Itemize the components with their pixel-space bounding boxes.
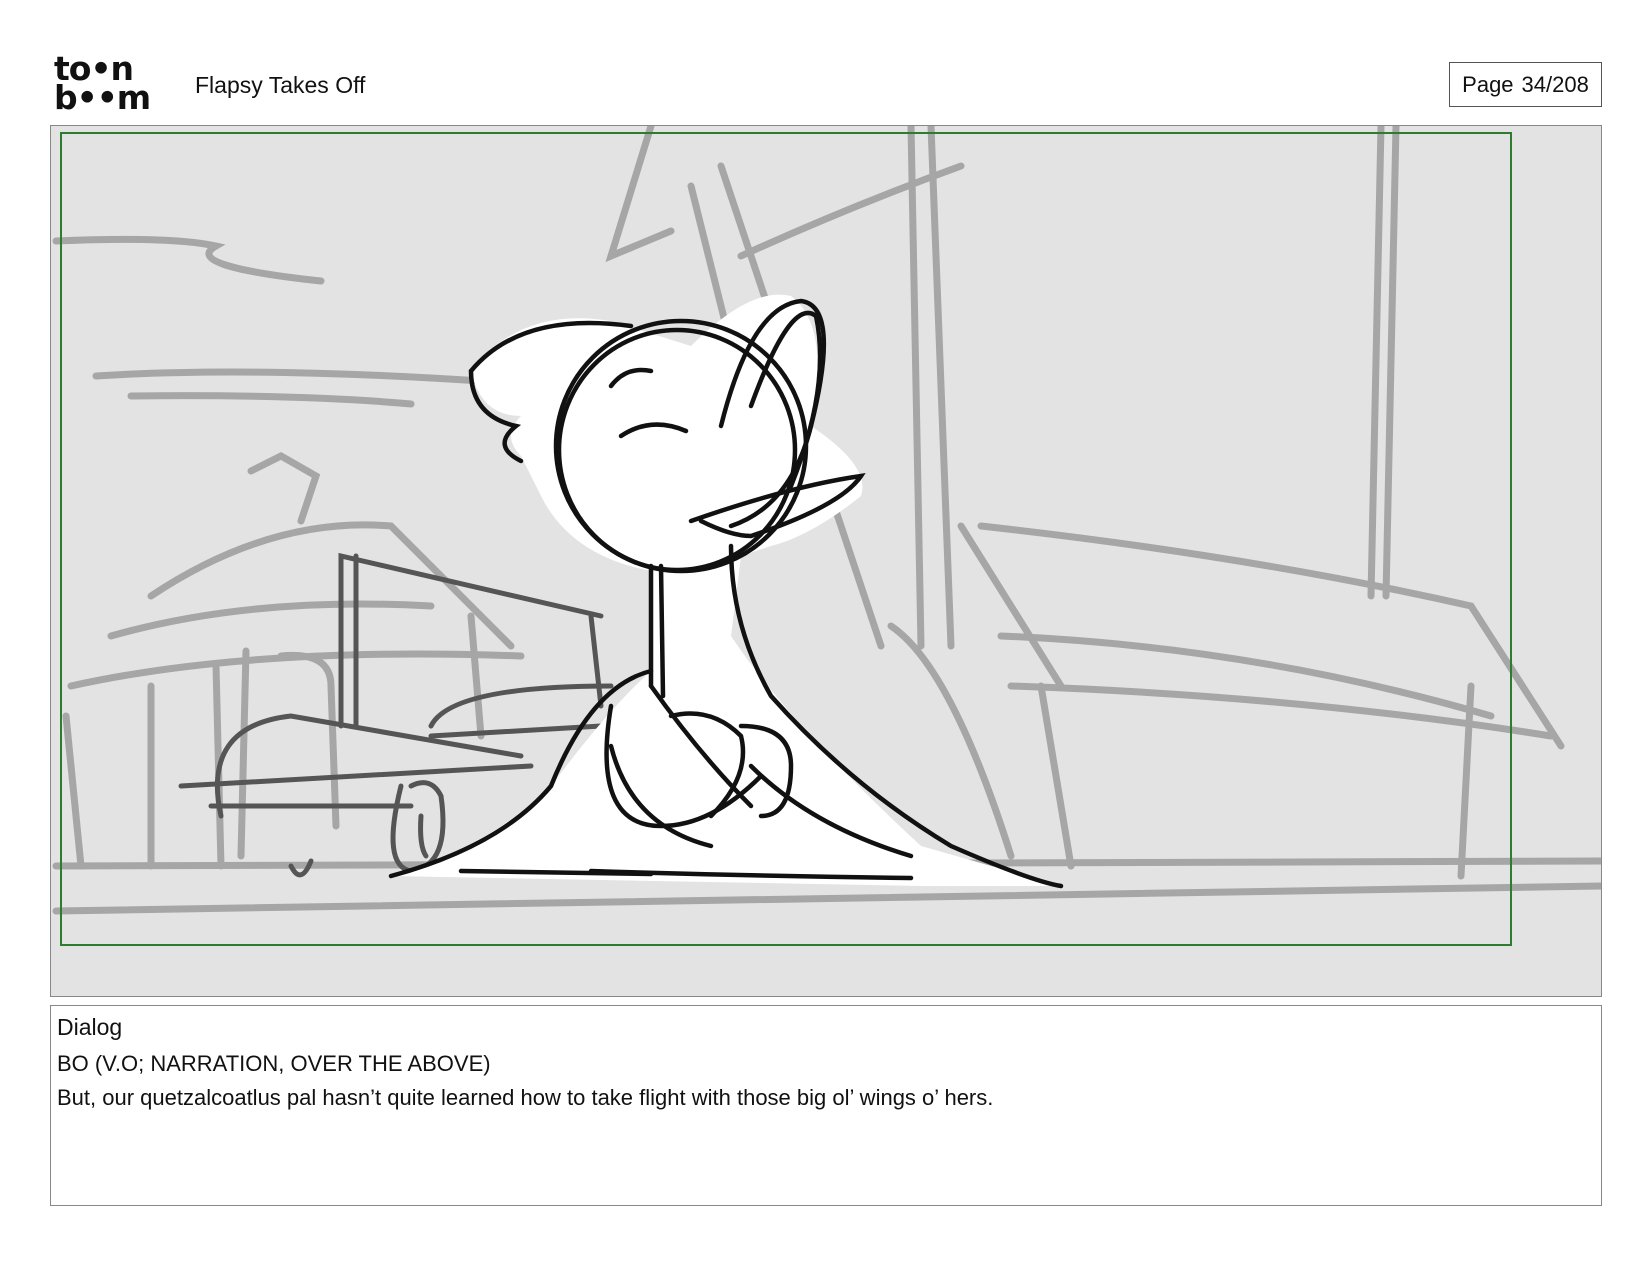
storyboard-panel — [50, 125, 1602, 997]
dialog-line: But, our quetzalcoatlus pal hasn’t quite… — [57, 1085, 994, 1110]
toonboom-logo: to•n b••m — [54, 52, 172, 117]
panel-sketch — [51, 126, 1601, 996]
dialog-character: BO (V.O; NARRATION, OVER THE ABOVE) — [57, 1051, 491, 1076]
project-title: Flapsy Takes Off — [195, 72, 366, 98]
dialog-box: Dialog BO (V.O; NARRATION, OVER THE ABOV… — [50, 1005, 1602, 1206]
logo-line-bottom: b••m — [54, 78, 151, 117]
page-label: Page — [1462, 71, 1514, 97]
dialog-heading: Dialog — [57, 1014, 123, 1040]
page-number: 34/208 — [1521, 71, 1589, 97]
page-indicator: Page 34/208 — [1449, 62, 1602, 107]
